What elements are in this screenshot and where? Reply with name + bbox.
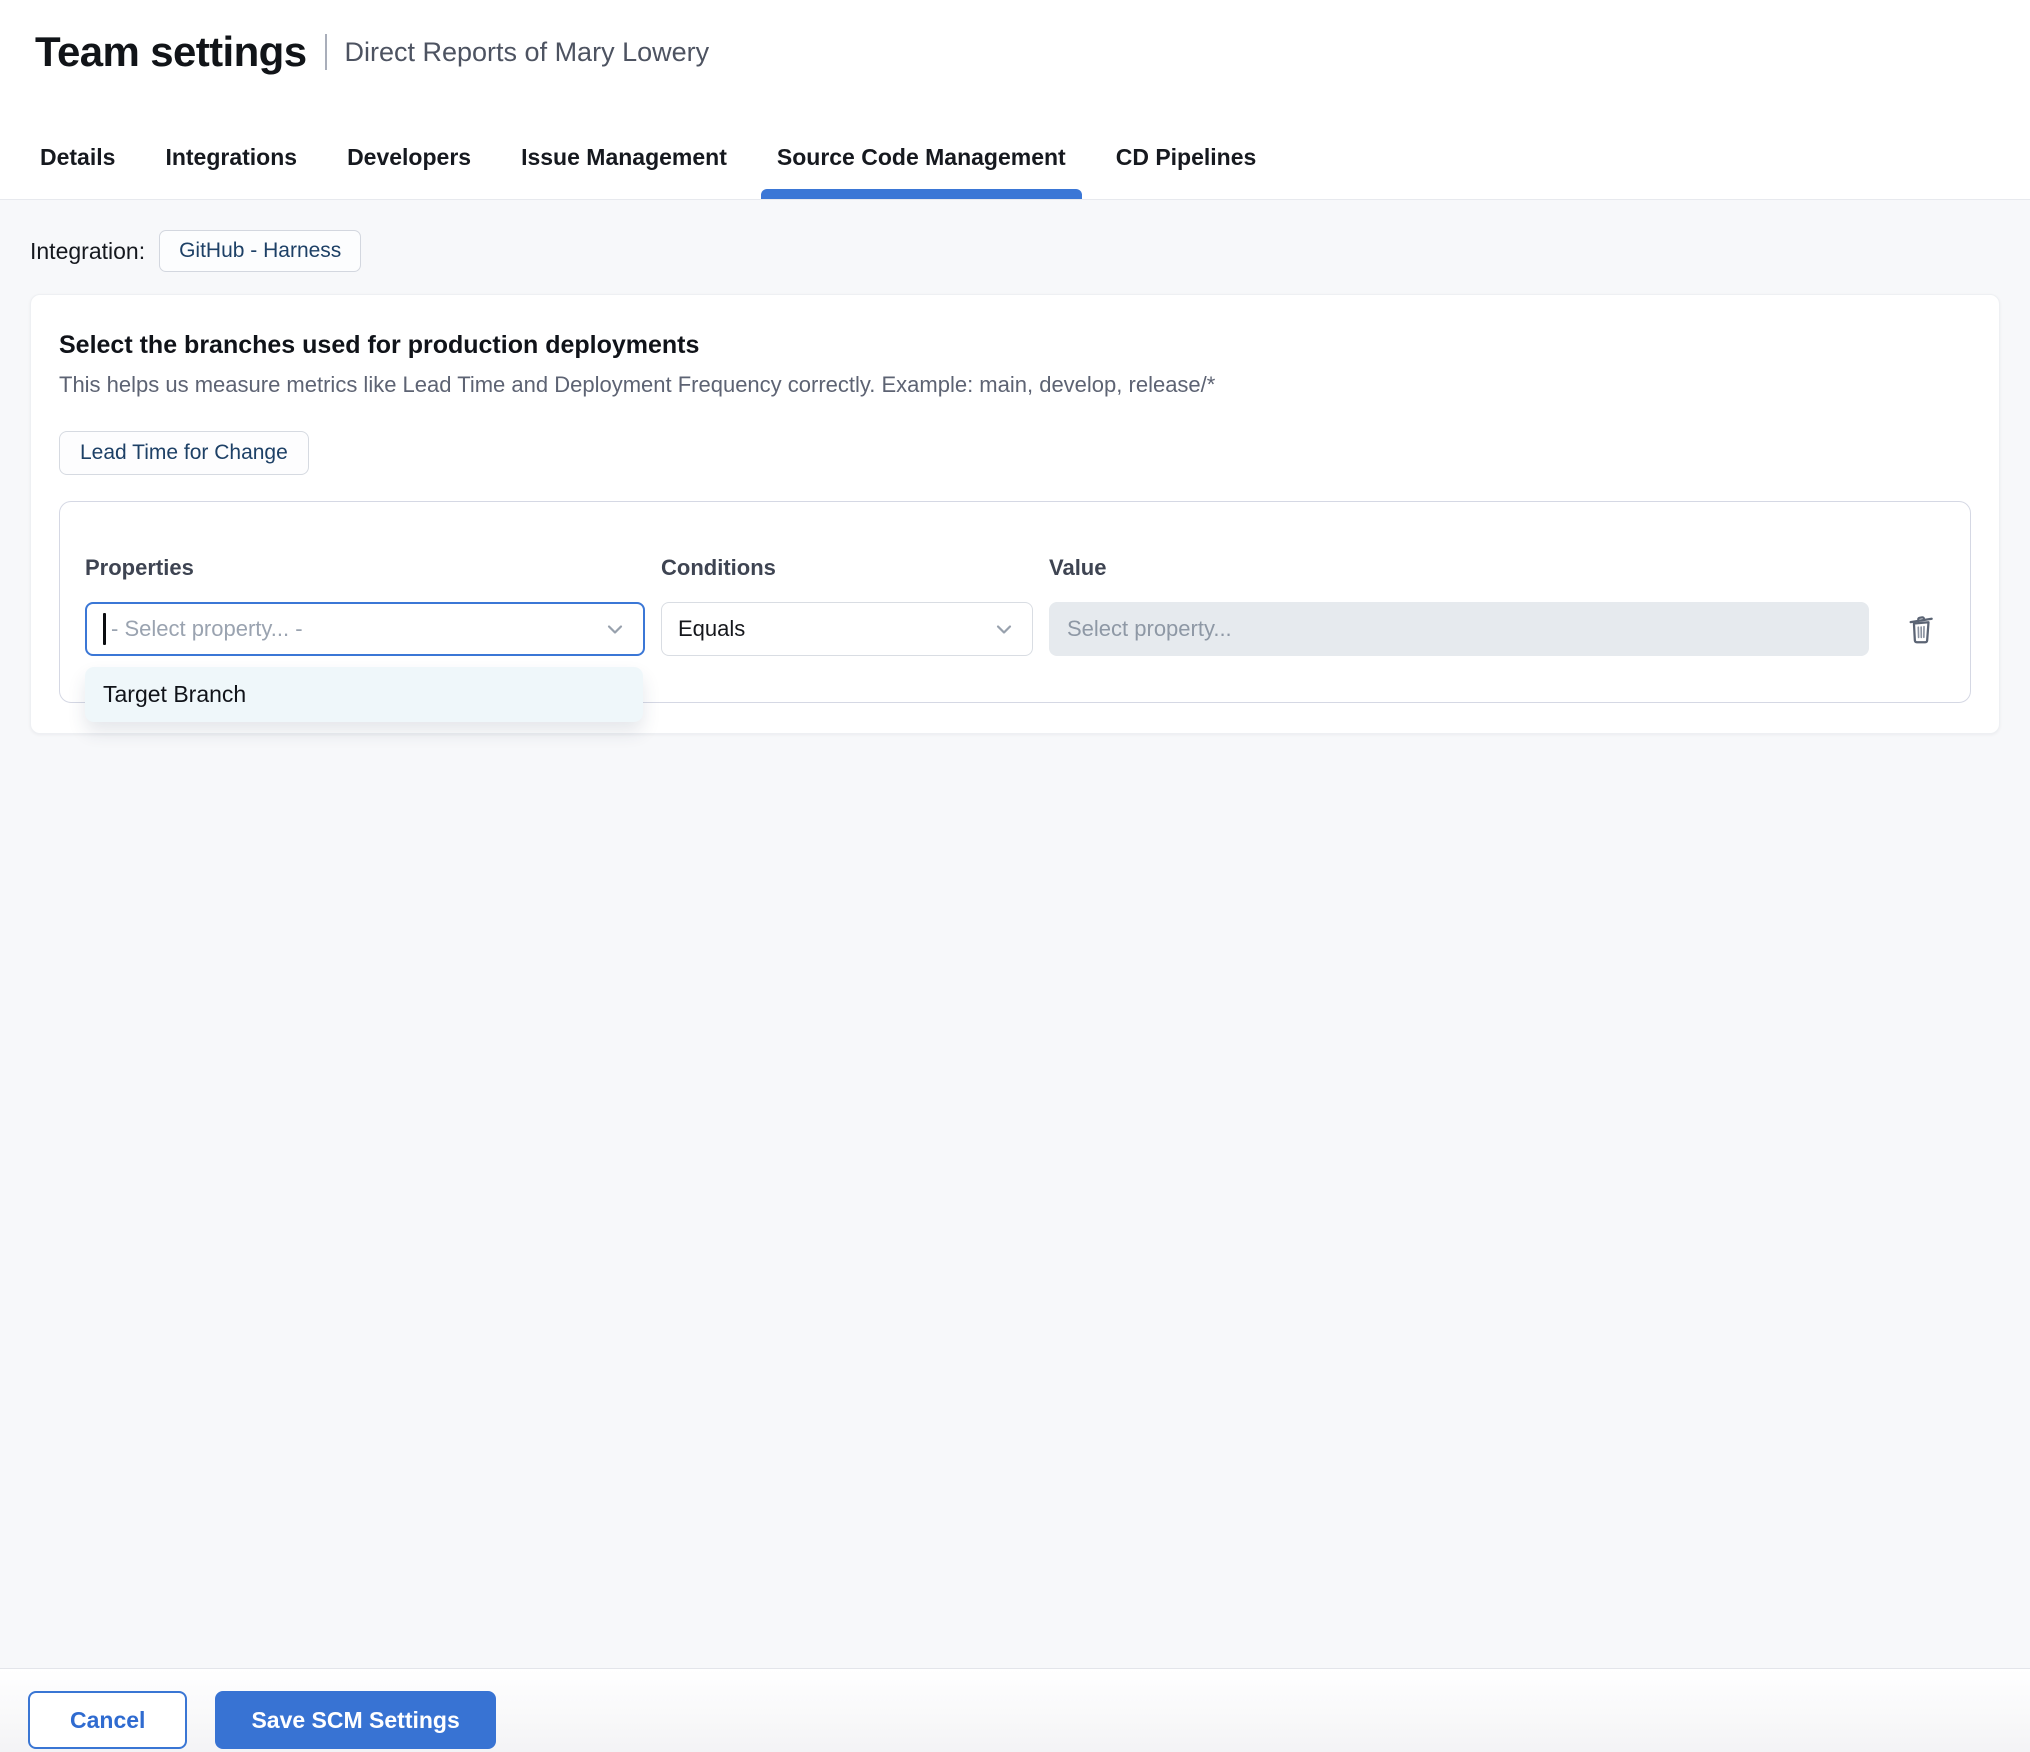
property-select[interactable]: - Select property... -	[85, 602, 645, 656]
conditions-column: Conditions Equals	[661, 554, 1033, 656]
tab-details[interactable]: Details	[40, 126, 115, 199]
tab-label: CD Pipelines	[1115, 144, 1257, 170]
integration-chip[interactable]: GitHub - Harness	[159, 230, 362, 272]
card-heading: Select the branches used for production …	[59, 331, 700, 359]
chevron-down-icon	[996, 625, 1012, 634]
text-cursor-caret	[103, 613, 106, 645]
save-scm-settings-button[interactable]: Save SCM Settings	[215, 1691, 496, 1749]
tab-label: Issue Management	[521, 144, 727, 170]
tab-issue-management[interactable]: Issue Management	[521, 126, 727, 199]
title-divider	[324, 34, 327, 70]
tab-cd-pipelines[interactable]: CD Pipelines	[1116, 126, 1257, 199]
conditions-label: Conditions	[661, 555, 776, 580]
tab-label: Integrations	[165, 144, 298, 170]
delete-rule-button[interactable]	[1901, 608, 1941, 650]
tab-label: Details	[40, 144, 116, 170]
dropdown-option-target-branch[interactable]: Target Branch	[85, 681, 643, 708]
properties-label: Properties	[85, 555, 194, 580]
filter-box: Properties - Select property... - Condit…	[59, 501, 1971, 722]
tab-label: Developers	[347, 144, 472, 170]
integration-row: Integration: GitHub - Harness	[30, 230, 2000, 272]
branch-settings-card: Select the branches used for production …	[30, 294, 2000, 734]
footer-action-bar: Cancel Save SCM Settings	[0, 1668, 2030, 1752]
value-column: Value Select property...	[1049, 554, 1869, 656]
card-description: This helps us measure metrics like Lead …	[59, 372, 1216, 397]
page-subtitle: Direct Reports of Mary Lowery	[344, 36, 710, 67]
chevron-down-icon	[607, 625, 623, 634]
property-dropdown-panel: Target Branch	[85, 667, 643, 722]
title-row: Team settings Direct Reports of Mary Low…	[35, 28, 2030, 76]
trash-icon	[1909, 616, 1933, 644]
tab-bar: Details Integrations Developers Issue Ma…	[0, 126, 2030, 200]
cancel-button[interactable]: Cancel	[28, 1691, 188, 1749]
integration-label: Integration:	[30, 237, 146, 264]
tab-developers[interactable]: Developers	[347, 126, 471, 199]
value-input-placeholder: Select property...	[1067, 616, 1232, 641]
active-tab-underline	[760, 189, 1082, 199]
condition-select[interactable]: Equals	[661, 602, 1033, 656]
tab-source-code-management[interactable]: Source Code Management	[760, 126, 1082, 199]
page-header: Team settings Direct Reports of Mary Low…	[0, 0, 2030, 126]
content-area: Integration: GitHub - Harness Select the…	[0, 230, 2030, 1668]
condition-select-value: Equals	[678, 616, 746, 641]
page-title: Team settings	[35, 28, 307, 75]
value-input-disabled[interactable]: Select property...	[1049, 602, 1869, 656]
properties-column: Properties - Select property... -	[85, 554, 645, 656]
metric-chip-lead-time[interactable]: Lead Time for Change	[59, 431, 309, 475]
tab-integrations[interactable]: Integrations	[165, 126, 297, 199]
value-label: Value	[1049, 555, 1107, 580]
row-actions-column: .	[1901, 554, 1945, 656]
property-select-placeholder: - Select property... -	[111, 616, 303, 641]
tab-label: Source Code Management	[776, 144, 1066, 170]
filter-row: Properties - Select property... - Condit…	[85, 554, 1945, 656]
